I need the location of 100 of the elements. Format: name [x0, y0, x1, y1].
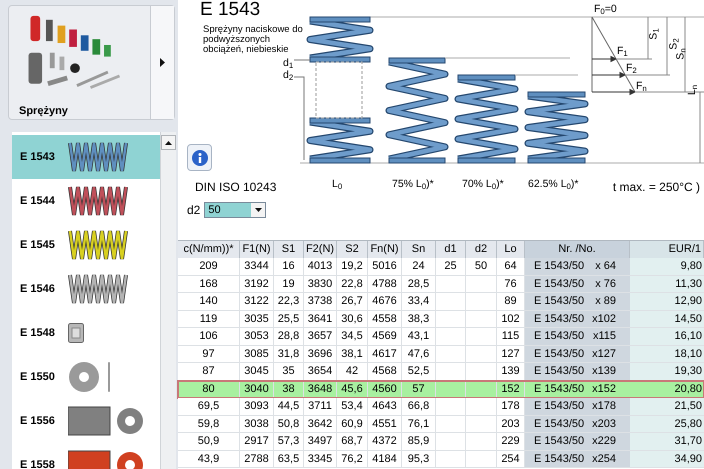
table-cell-text: 3038 [244, 416, 269, 432]
table-cell-text: 57,3 [278, 434, 300, 449]
table-cell-text: 76,1 [408, 416, 430, 432]
table-cell-text: 42 [346, 364, 358, 379]
product-list-item[interactable]: E 1543 [12, 135, 160, 179]
table-cell-text: 3085 [244, 346, 269, 362]
table-cell-text: 102 [501, 312, 520, 326]
spring-length-caption: 62.5% L$_{0}$)* [528, 178, 578, 190]
price: 9,80 [680, 259, 702, 274]
price: 12,90 [674, 294, 702, 309]
table-cell-text: 4617 [372, 346, 397, 362]
table-row[interactable]: 87 3045 35 3654 42 4568 52,5 139 E 1543/50 x139 19,30 [178, 363, 704, 380]
price: 18,10 [674, 346, 702, 362]
table-cell-text: 3648 [308, 382, 332, 396]
price: 11,30 [675, 276, 702, 292]
column-header[interactable]: F2(N) [304, 241, 337, 258]
table-cell-text: 178 [501, 399, 520, 414]
price: 34,90 [674, 452, 702, 466]
dropdown-button[interactable] [251, 203, 266, 217]
part-size: x102 [592, 312, 616, 326]
table-cell-text: 95,3 [408, 452, 430, 466]
table-cell-text: 203 [501, 416, 520, 432]
table-row[interactable]: 80 3040 38 3648 45,6 4560 57 152 E 1543/50 x152 20,80 [178, 380, 704, 398]
table-cell-text: 45,6 [341, 382, 363, 396]
part-size: x178 [592, 399, 616, 414]
column-header[interactable]: S2 [337, 241, 368, 258]
table-cell-text: 76 [504, 276, 517, 292]
table-cell-text: 38,3 [408, 312, 430, 326]
table-cell-text: 50,8 [278, 416, 300, 432]
table-row[interactable]: 168 3192 19 3830 22,8 4788 28,5 76 E 1543/50 x 76 11,30 [178, 276, 704, 293]
table-cell-text: 30,6 [341, 312, 363, 326]
column-header[interactable]: d2 [466, 241, 497, 258]
spring-drawing [524, 92, 588, 164]
force-label: F$_{n}$ [636, 80, 647, 92]
part-size: x139 [592, 364, 616, 379]
table-cell-text: 3122 [244, 294, 269, 309]
table-cell-text: 3345 [308, 452, 332, 466]
table-cell-text: 50,9 [198, 434, 220, 449]
table-row[interactable]: 209 3344 16 4013 19,2 5016 24 25 50 64 E 1543/50 x 64 9,80 [178, 258, 704, 276]
table-cell-text: 3711 [308, 399, 332, 414]
force-label: F$_{2}$ [626, 62, 637, 74]
column-header[interactable]: c(N/mm))* [178, 241, 240, 258]
table-cell-text: 68,7 [341, 434, 363, 449]
force-label: F$_{0}$=0 [594, 3, 617, 15]
scroll-up-button[interactable] [161, 135, 176, 150]
table-row[interactable]: 140 3122 22,3 3738 26,7 4676 33,4 89 E 1543/50 x 89 12,90 [178, 293, 704, 310]
table-cell-text: 85,9 [408, 434, 430, 449]
column-header[interactable]: Fn(N) [368, 241, 402, 258]
table-row[interactable]: 59,8 3038 50,8 3642 60,9 4551 76,1 203 E 1543/50 x203 25,80 [178, 416, 704, 433]
d2-dropdown[interactable]: 50 [204, 202, 266, 218]
table-cell-text: 209 [199, 259, 218, 274]
table-cell-text: 3654 [308, 364, 332, 379]
table-cell-text: 89 [504, 294, 517, 309]
info-button[interactable] [187, 144, 212, 171]
part-size: x115 [592, 329, 616, 344]
table-cell-text: 115 [502, 329, 520, 344]
table-row[interactable]: 106 3053 28,8 3657 34,5 4569 43,1 115 E 1543/50 x115 16,10 [178, 328, 704, 346]
table-cell-text: 22,3 [278, 294, 300, 309]
part-number: E 1543/50 [534, 276, 584, 292]
table-cell-text: 28,8 [278, 329, 300, 344]
table-cell-text: 3192 [244, 276, 269, 292]
table-cell-text: 152 [501, 382, 520, 396]
table-cell-text: 22,8 [341, 276, 363, 292]
column-header[interactable]: Sn [402, 241, 436, 258]
right-arrow-icon [160, 58, 165, 67]
table-row[interactable]: 69,5 3093 44,5 3711 53,4 4643 66,8 178 E 1543/50 x178 21,50 [178, 398, 704, 416]
price: 16,10 [674, 329, 702, 344]
table-cell-text: 139 [501, 364, 520, 379]
column-header[interactable]: Nr. /No. [525, 241, 630, 258]
table-cell-text: 43,1 [408, 329, 430, 344]
table-row[interactable]: 119 3035 25,5 3641 30,6 4558 38,3 102 E 1543/50 x102 14,50 [178, 310, 704, 328]
part-size: x 89 [595, 294, 616, 309]
column-header[interactable]: d1 [436, 241, 466, 258]
price: 19,30 [674, 364, 702, 379]
table-cell-text: 140 [199, 294, 218, 309]
table-cell-text: 80 [202, 382, 215, 396]
diameter-label: d$_{2}$ [283, 69, 294, 81]
column-header[interactable]: Lo [497, 241, 525, 258]
filter-label: d2 [187, 202, 200, 219]
product-title: E 1543 [200, 0, 260, 20]
table-row[interactable]: 50,9 2917 57,3 3497 68,7 4372 85,9 229 E 1543/50 x229 31,70 [178, 433, 704, 450]
part-number: E 1543/50 [534, 329, 584, 344]
table-row[interactable]: 43,9 2788 63,5 3345 76,2 4184 95,3 254 E 1543/50 x254 34,90 [178, 450, 704, 468]
table-cell-text: 4551 [372, 416, 397, 432]
price: 21,50 [674, 399, 702, 414]
table-row[interactable]: 97 3085 31,8 3696 38,1 4617 47,6 127 E 1543/50 x127 18,10 [178, 346, 704, 363]
table-cell-text: 16 [282, 259, 295, 274]
table-cell-text: 3344 [244, 259, 269, 274]
table-cell-text: 3642 [308, 416, 332, 432]
table-cell-text: 19 [282, 276, 295, 292]
category-card[interactable]: Sprężyny [8, 5, 175, 120]
column-header[interactable]: F1(N) [240, 241, 274, 258]
temperature-label: t max. = 250°C ) [612, 179, 700, 196]
part-number: E 1543/50 [534, 434, 584, 449]
column-header[interactable]: S1 [274, 241, 304, 258]
table-cell-text: 4569 [372, 329, 397, 344]
part-number: E 1543/50 [534, 294, 584, 309]
part-size: x 76 [595, 276, 616, 292]
scrollbar[interactable] [160, 132, 176, 469]
column-header[interactable]: EUR/1 [630, 241, 704, 258]
